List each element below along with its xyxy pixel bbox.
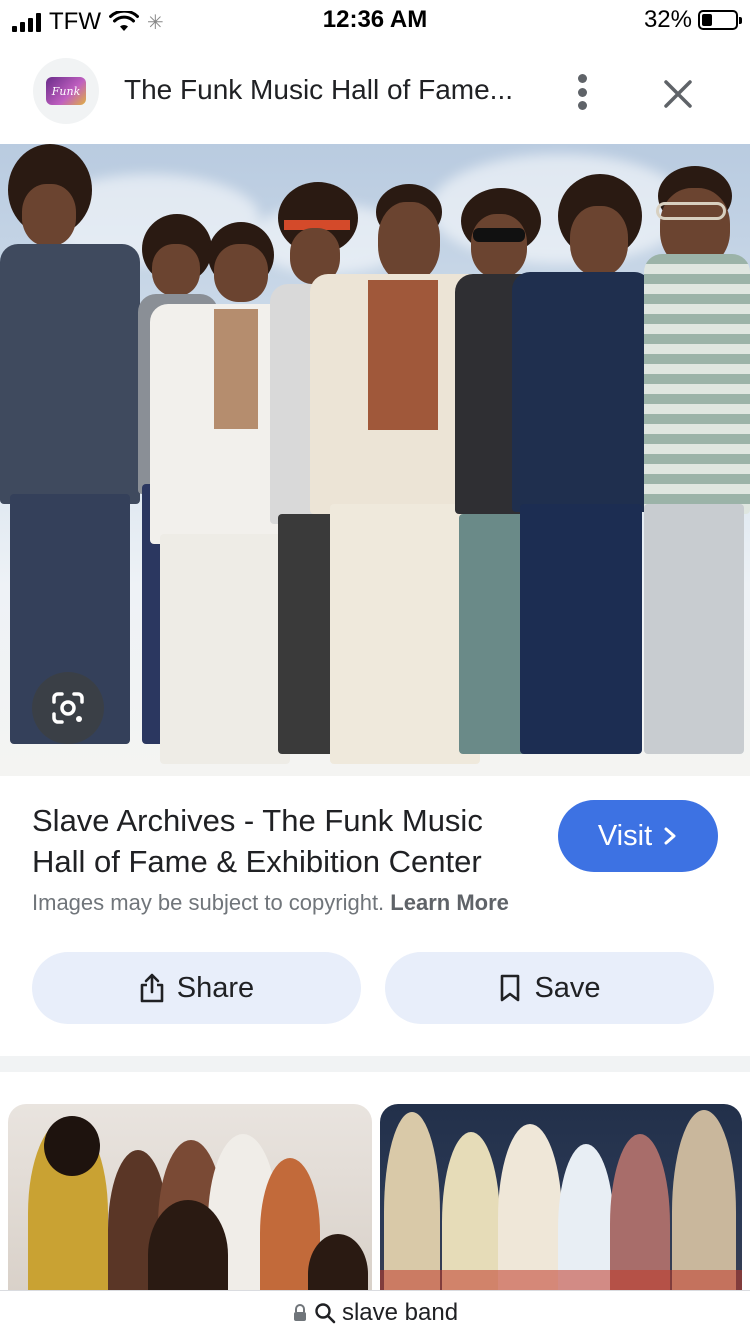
url-bar[interactable]: slave band bbox=[0, 1290, 750, 1334]
battery-percent: 32% bbox=[643, 6, 692, 33]
related-image[interactable] bbox=[8, 1104, 372, 1300]
main-image[interactable] bbox=[0, 144, 750, 776]
search-query: slave band bbox=[341, 1298, 459, 1326]
lens-glyph bbox=[52, 692, 84, 724]
copyright-text: Images may be subject to copyright. bbox=[32, 890, 385, 915]
share-icon bbox=[140, 973, 164, 1003]
viewer-header: Funk The Funk Music Hall of Fame... bbox=[0, 52, 750, 132]
battery-fill bbox=[702, 14, 712, 26]
status-bar: TFW ✳ 12:36 AM 32% bbox=[0, 0, 750, 44]
share-label: Share bbox=[176, 971, 255, 1004]
visit-label: Visit bbox=[597, 819, 653, 852]
result-title[interactable]: Slave Archives - The Funk Music Hall of … bbox=[32, 800, 532, 882]
share-button[interactable]: Share bbox=[32, 952, 361, 1024]
search-icon bbox=[315, 1302, 336, 1323]
save-label: Save bbox=[534, 971, 601, 1004]
status-time: 12:36 AM bbox=[322, 6, 428, 33]
learn-more-link[interactable]: Learn More bbox=[390, 890, 509, 915]
band-member bbox=[512, 144, 657, 776]
google-lens-icon[interactable] bbox=[32, 672, 104, 744]
bookmark-icon bbox=[501, 974, 520, 1002]
band-member bbox=[640, 144, 750, 776]
more-vert-icon[interactable] bbox=[566, 70, 598, 114]
favicon-logo: Funk bbox=[46, 77, 86, 105]
copyright-notice: Images may be subject to copyright. Lear… bbox=[32, 890, 509, 916]
chevron-right-icon bbox=[664, 827, 676, 845]
site-favicon[interactable]: Funk bbox=[33, 58, 99, 124]
close-icon[interactable] bbox=[656, 72, 700, 116]
status-right: 32% bbox=[643, 6, 742, 34]
lock-icon bbox=[293, 1303, 306, 1321]
save-button[interactable]: Save bbox=[385, 952, 714, 1024]
page-title[interactable]: The Funk Music Hall of Fame... bbox=[124, 74, 524, 106]
battery-icon bbox=[698, 10, 742, 30]
visit-button[interactable]: Visit bbox=[558, 800, 718, 872]
section-divider bbox=[0, 1056, 750, 1072]
related-image[interactable] bbox=[380, 1104, 742, 1300]
